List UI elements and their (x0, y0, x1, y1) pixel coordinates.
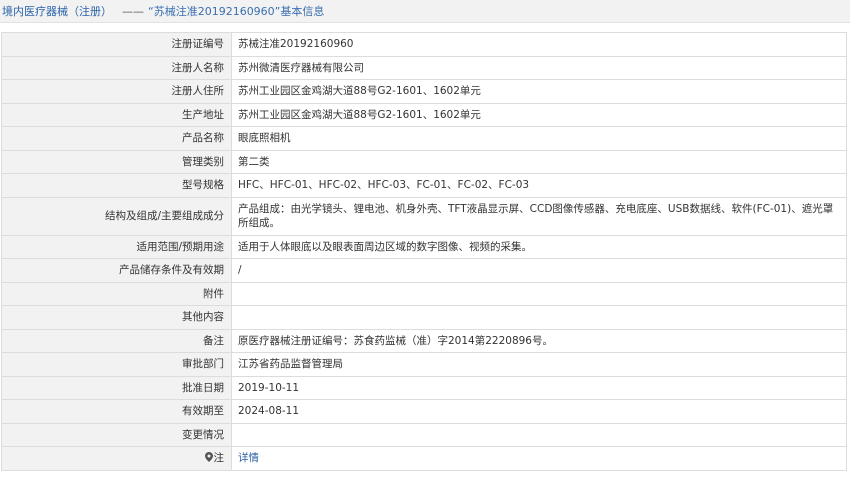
row-label: 产品名称 (1, 126, 232, 151)
row-label: 管理类别 (1, 149, 232, 174)
page-title: “苏械注准20192160960”基本信息 (148, 5, 325, 18)
table-row: 产品储存条件及有效期 / (1, 258, 847, 283)
row-value: / (231, 258, 847, 283)
detail-table-container: 注册证编号 苏械注准20192160960 注册人名称 苏州微清医疗器械有限公司 注… (1, 32, 847, 471)
row-label: 备注 (1, 328, 232, 353)
table-row: 注册人住所 苏州工业园区金鸡湖大道88号G2-1601、1602单元 (1, 79, 847, 104)
row-value: 2019-10-11 (231, 375, 847, 400)
row-value (231, 422, 847, 447)
row-label: 有效期至 (1, 399, 232, 424)
row-label: 附件 (1, 281, 232, 306)
row-value: 苏州工业园区金鸡湖大道88号G2-1601、1602单元 (231, 79, 847, 104)
row-label: 生产地址 (1, 102, 232, 127)
table-row: 产品名称 眼底照相机 (1, 126, 847, 151)
table-row: 结构及组成/主要组成成分 产品组成：由光学镜头、锂电池、机身外壳、TFT液晶显示屏… (1, 196, 847, 236)
table-row: 注册人名称 苏州微清医疗器械有限公司 (1, 55, 847, 80)
row-value (231, 305, 847, 330)
row-label: 产品储存条件及有效期 (1, 258, 232, 283)
details-link[interactable]: 详情 (238, 452, 259, 464)
row-value: 江苏省药品监督管理局 (231, 352, 847, 377)
table-row: 附件 (1, 281, 847, 306)
note-label: 注 (213, 452, 225, 465)
note-value-cell: 详情 (231, 446, 847, 471)
row-value: 原医疗器械注册证编号：苏食药监械（准）字2014第2220896号。 (231, 328, 847, 353)
table-row: 管理类别 第二类 (1, 149, 847, 174)
row-label: 结构及组成/主要组成成分 (1, 196, 232, 236)
row-value: 眼底照相机 (231, 126, 847, 151)
table-row: 注册证编号 苏械注准20192160960 (1, 32, 847, 57)
table-row: 其他内容 (1, 305, 847, 330)
row-label: 注册证编号 (1, 32, 232, 57)
note-row: 注 详情 (1, 446, 847, 471)
row-value: 苏械注准20192160960 (231, 32, 847, 57)
row-label: 审批部门 (1, 352, 232, 377)
row-value: 适用于人体眼底以及眼表面周边区域的数字图像、视频的采集。 (231, 234, 847, 259)
breadcrumb-separator: —— (122, 4, 144, 18)
note-label-cell: 注 (1, 446, 232, 471)
detail-table: 注册证编号 苏械注准20192160960 注册人名称 苏州微清医疗器械有限公司 注… (1, 32, 847, 471)
table-row: 有效期至 2024-08-11 (1, 399, 847, 424)
row-value: 苏州工业园区金鸡湖大道88号G2-1601、1602单元 (231, 102, 847, 127)
row-label: 型号规格 (1, 173, 232, 198)
row-value: 苏州微清医疗器械有限公司 (231, 55, 847, 80)
table-row: 批准日期 2019-10-11 (1, 375, 847, 400)
row-label: 批准日期 (1, 375, 232, 400)
row-value: 第二类 (231, 149, 847, 174)
row-label: 注册人住所 (1, 79, 232, 104)
row-label: 变更情况 (1, 422, 232, 447)
table-row: 型号规格 HFC、HFC-01、HFC-02、HFC-03、FC-01、FC-02… (1, 173, 847, 198)
row-label: 注册人名称 (1, 55, 232, 80)
row-value: 2024-08-11 (231, 399, 847, 424)
page-header: 境内医疗器械（注册） —— “苏械注准20192160960”基本信息 (0, 0, 850, 23)
table-row: 适用范围/预期用途 适用于人体眼底以及眼表面周边区域的数字图像、视频的采集。 (1, 234, 847, 259)
table-row: 变更情况 (1, 422, 847, 447)
row-value (231, 281, 847, 306)
breadcrumb-category[interactable]: 境内医疗器械（注册） (2, 3, 112, 19)
table-row: 生产地址 苏州工业园区金鸡湖大道88号G2-1601、1602单元 (1, 102, 847, 127)
pin-icon (204, 452, 213, 463)
table-row: 备注 原医疗器械注册证编号：苏食药监械（准）字2014第2220896号。 (1, 328, 847, 353)
table-row: 审批部门 江苏省药品监督管理局 (1, 352, 847, 377)
row-value: HFC、HFC-01、HFC-02、HFC-03、FC-01、FC-02、FC-… (231, 173, 847, 198)
row-value: 产品组成：由光学镜头、锂电池、机身外壳、TFT液晶显示屏、CCD图像传感器、充电… (231, 196, 847, 236)
row-label: 适用范围/预期用途 (1, 234, 232, 259)
row-label: 其他内容 (1, 305, 232, 330)
